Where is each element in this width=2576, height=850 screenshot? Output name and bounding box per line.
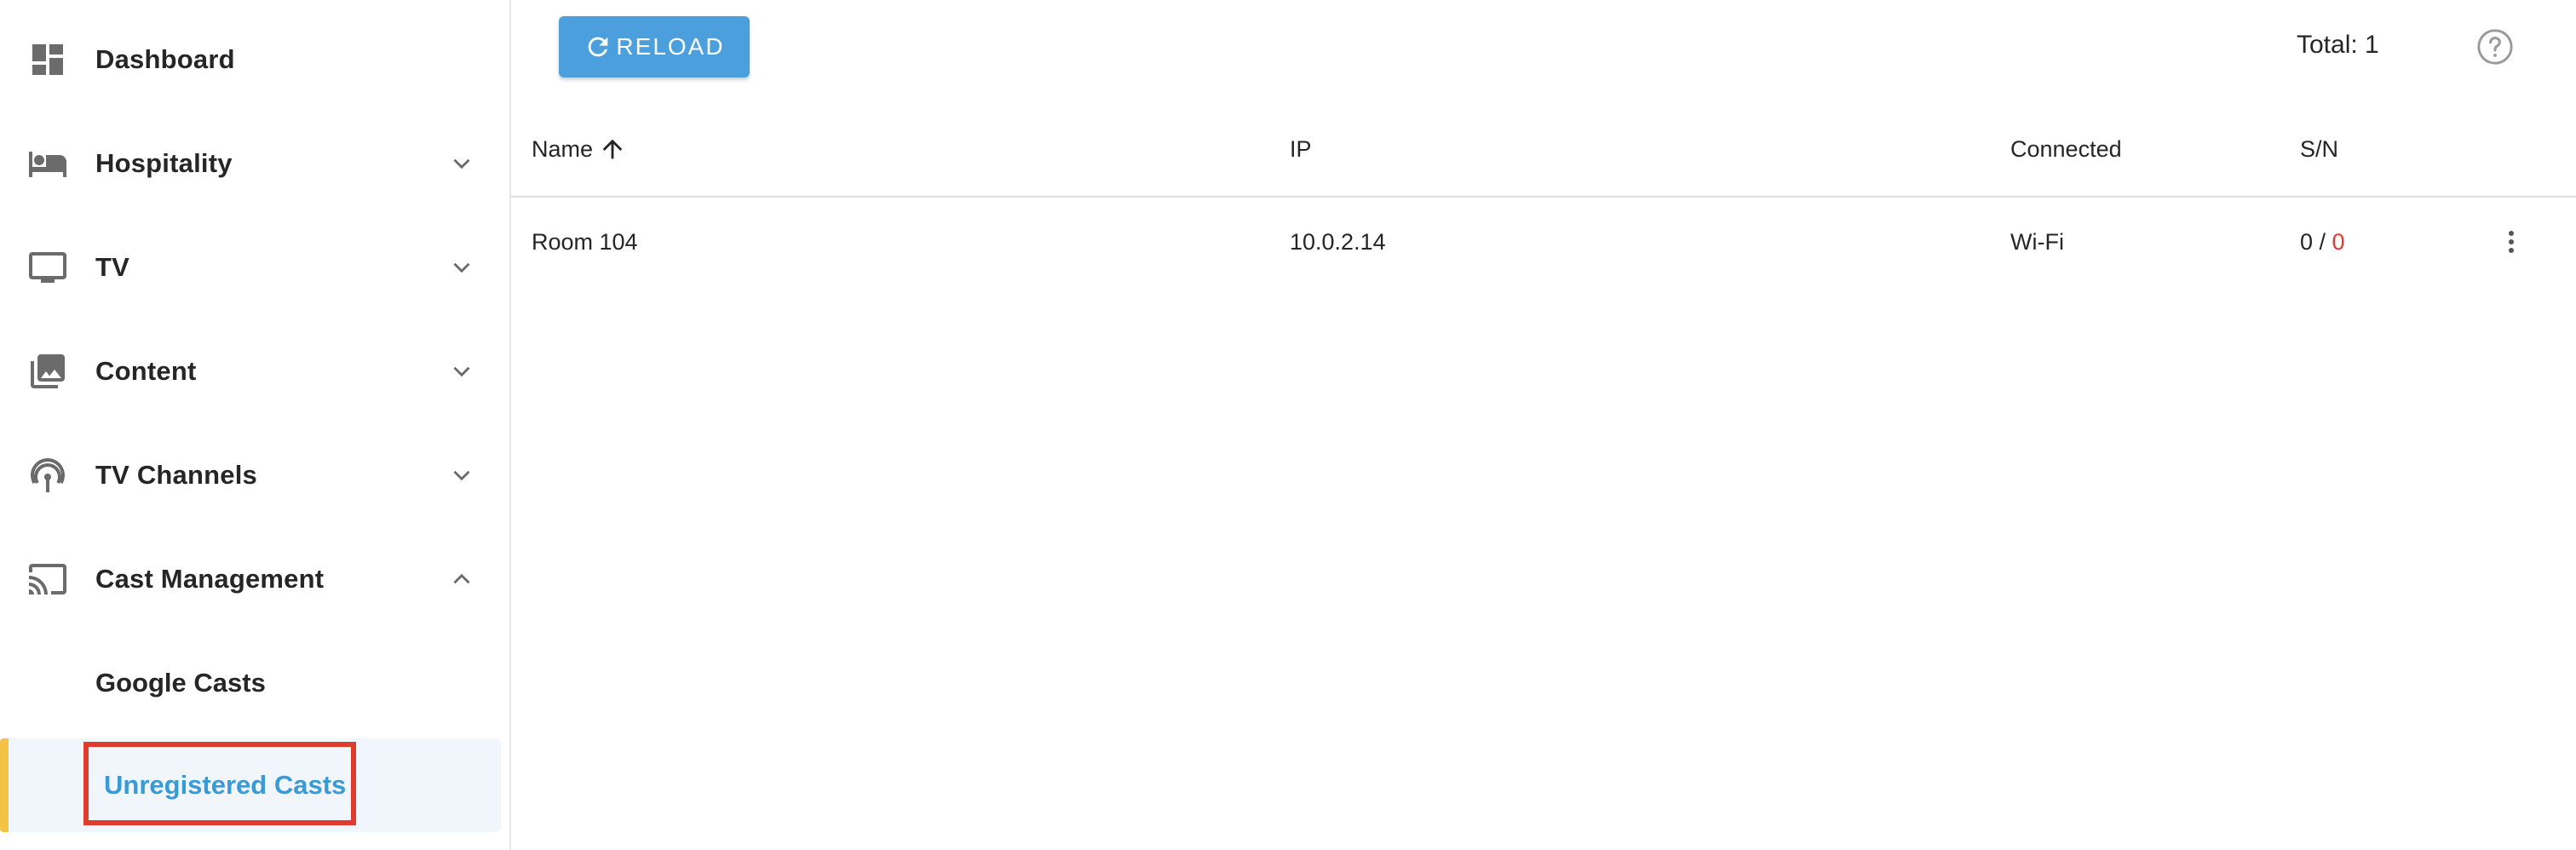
sidebar-item-content[interactable]: Content — [0, 324, 509, 418]
chevron-down-icon — [445, 146, 479, 181]
reload-button-label: RELOAD — [616, 33, 725, 60]
column-header-connected[interactable]: Connected — [2010, 102, 2122, 196]
sidebar-item-dashboard[interactable]: Dashboard — [0, 13, 509, 106]
sn-count: 0 — [2300, 228, 2314, 255]
reload-button[interactable]: RELOAD — [559, 16, 750, 78]
sn-total: 0 — [2332, 228, 2345, 255]
cell-sn: 0 / 0 — [2300, 198, 2345, 286]
sort-arrow-up-icon — [602, 139, 623, 159]
sidebar-item-label: Cast Management — [95, 564, 325, 594]
sidebar-item-label: Content — [95, 356, 197, 386]
sidebar-subitem-label: Google Casts — [95, 668, 266, 698]
column-header-sn[interactable]: S/N — [2300, 102, 2338, 196]
total-count: Total: 1 — [2297, 31, 2379, 59]
sidebar-item-cast-management[interactable]: Cast Management — [0, 532, 509, 626]
cast-icon — [26, 557, 70, 601]
column-header-label: IP — [1290, 135, 1312, 162]
sidebar-item-label: TV — [95, 252, 130, 282]
hotel-bed-icon — [26, 141, 70, 186]
app-root: Dashboard Hospitality TV Content TV Chan… — [0, 0, 2576, 850]
column-header-name[interactable]: Name — [532, 102, 627, 196]
help-icon[interactable] — [2475, 27, 2515, 66]
photo-library-icon — [26, 349, 70, 393]
column-header-label: Connected — [2010, 135, 2122, 162]
sidebar-item-label: TV Channels — [95, 460, 257, 490]
broadcast-antenna-icon — [26, 453, 70, 497]
chevron-down-icon — [445, 458, 479, 492]
cell-connected: Wi-Fi — [2010, 228, 2064, 255]
sidebar-item-label: Hospitality — [95, 148, 233, 178]
column-header-label: S/N — [2300, 135, 2339, 162]
cell-name: Room 104 — [532, 228, 638, 255]
sn-separator: / — [2313, 228, 2332, 255]
sidebar-item-tv[interactable]: TV — [0, 221, 509, 314]
sidebar-item-label: Dashboard — [95, 44, 235, 74]
chevron-down-icon — [445, 354, 479, 388]
chevron-up-icon — [445, 562, 479, 596]
main-content: RELOAD Total: 1 Name IP Connected S/N Ro… — [511, 0, 2576, 850]
column-header-label: Name — [532, 135, 594, 162]
tv-icon — [26, 245, 70, 290]
more-vert-icon[interactable] — [2493, 223, 2530, 261]
cell-ip: 10.0.2.14 — [1290, 228, 1386, 255]
sidebar-item-hospitality[interactable]: Hospitality — [0, 117, 509, 210]
dashboard-icon — [26, 37, 70, 82]
table-header: Name IP Connected S/N — [511, 102, 2576, 198]
refresh-icon — [589, 37, 608, 57]
highlight-annotation-box — [83, 742, 356, 825]
column-header-ip[interactable]: IP — [1290, 102, 1312, 196]
sidebar-subitem-google-casts[interactable]: Google Casts — [0, 636, 509, 730]
sidebar-item-tv-channels[interactable]: TV Channels — [0, 428, 509, 522]
table-row[interactable]: Room 104 10.0.2.14 Wi-Fi 0 / 0 — [511, 198, 2576, 286]
active-indicator — [0, 738, 9, 832]
chevron-down-icon — [445, 250, 479, 284]
sidebar: Dashboard Hospitality TV Content TV Chan… — [0, 0, 511, 850]
